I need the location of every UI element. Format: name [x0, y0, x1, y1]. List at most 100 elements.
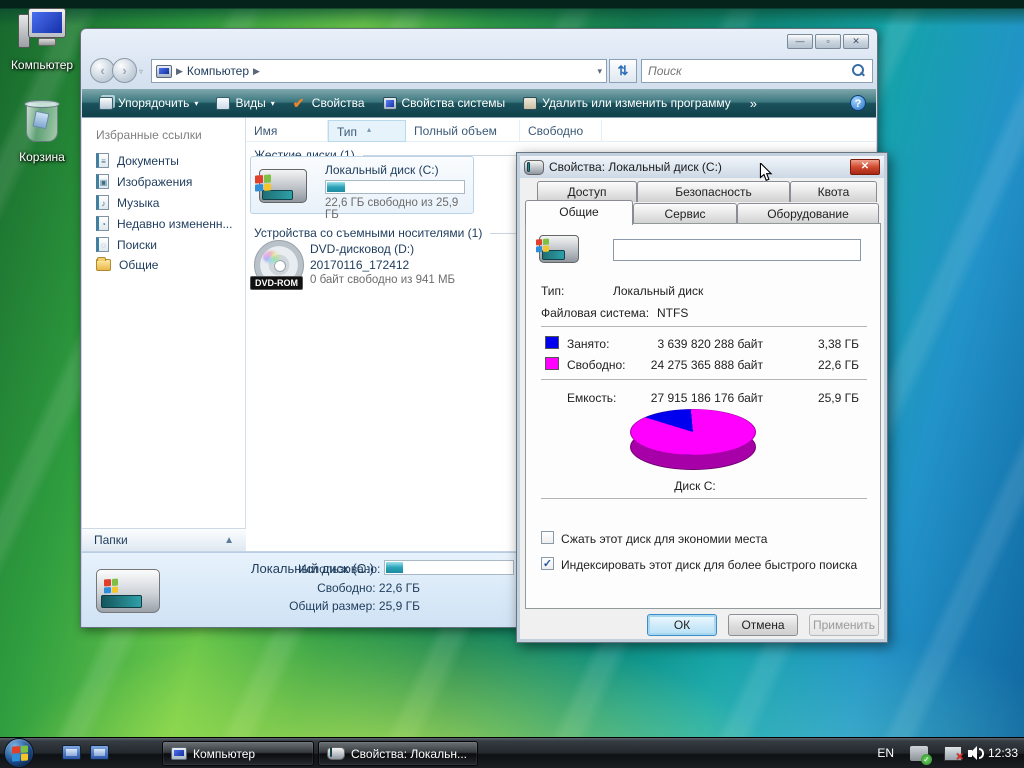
toolbar-overflow-chevron[interactable]: »	[742, 96, 765, 111]
drive-icon	[327, 747, 345, 760]
breadcrumb-arrow-icon[interactable]: ▶	[253, 66, 260, 77]
taskbar-button-properties[interactable]: Свойства: Локальн...	[318, 741, 478, 766]
pie-top	[630, 409, 756, 455]
language-indicator[interactable]: EN	[877, 746, 894, 760]
toolbar-label: Упорядочить	[118, 96, 189, 110]
compress-checkbox-label[interactable]: Сжать этот диск для экономии места	[561, 532, 767, 546]
apply-button: Применить	[809, 614, 879, 636]
taskbar-button-computer[interactable]: Компьютер	[162, 741, 314, 766]
close-button[interactable]: ✕	[843, 34, 869, 49]
chevron-down-icon: ▾	[271, 99, 275, 108]
ok-button[interactable]: ОК	[647, 614, 717, 636]
refresh-button[interactable]: ⇅	[609, 59, 637, 83]
navigation-pane: Избранные ссылки ≡ Документы ▣ Изображен…	[82, 118, 246, 551]
caption-buttons: — ▫ ✕	[787, 34, 869, 49]
toolbar-organize-button[interactable]: Упорядочить ▾	[92, 93, 205, 113]
toolbar-views-button[interactable]: Виды ▾	[209, 93, 281, 113]
separator	[541, 498, 867, 499]
sidebar-item-label: Музыка	[117, 196, 159, 210]
breadcrumb[interactable]: Компьютер	[187, 64, 249, 78]
volume-icon[interactable]	[968, 746, 986, 761]
breadcrumb-arrow-icon: ▶	[176, 66, 183, 77]
folders-label: Папки	[94, 533, 128, 547]
compress-checkbox[interactable]	[541, 531, 554, 544]
column-free-space[interactable]: Свободно	[520, 120, 602, 142]
column-total-size[interactable]: Полный объем	[406, 120, 520, 142]
drive-usage-bar	[325, 180, 465, 194]
tab-quota[interactable]: Квота	[790, 181, 877, 202]
sidebar-item-label: Поиски	[117, 238, 157, 252]
dialog-close-button[interactable]: ✕	[850, 159, 880, 175]
details-used-label: Использовано:	[298, 562, 380, 576]
maximize-button[interactable]: ▫	[815, 34, 841, 49]
sidebar-item-public[interactable]: Общие	[82, 255, 245, 275]
sidebar-item-label: Изображения	[117, 175, 192, 189]
computer-icon	[16, 8, 68, 54]
tab-access[interactable]: Доступ	[537, 181, 637, 202]
switch-windows-icon[interactable]	[62, 745, 81, 760]
index-checkbox-label[interactable]: Индексировать этот диск для более быстро…	[561, 558, 857, 572]
free-color-swatch	[545, 357, 559, 370]
tab-tools[interactable]: Сервис	[633, 203, 737, 224]
details-total: Общий размер: 25,9 ГБ	[168, 599, 420, 613]
search-input[interactable]	[642, 64, 850, 78]
clock[interactable]: 12:33	[988, 746, 1018, 760]
column-filler	[602, 120, 876, 142]
desktop-icon-computer[interactable]: Компьютер	[0, 8, 84, 72]
disk-usage-pie-chart	[630, 409, 756, 473]
toolbar-system-properties-button[interactable]: Свойства системы	[376, 93, 513, 113]
minimize-button[interactable]: —	[787, 34, 813, 49]
dvd-item[interactable]: DVD-ROM DVD-дисковод (D:) 20170116_17241…	[250, 240, 550, 302]
checkmark-icon: ✔	[293, 97, 307, 110]
toolbar-properties-button[interactable]: ✔ Свойства	[286, 93, 372, 113]
system-monitor-icon	[383, 97, 397, 110]
tab-hardware[interactable]: Оборудование	[737, 203, 879, 224]
address-bar[interactable]: ▶ Компьютер ▶ ▾	[151, 59, 607, 83]
used-label: Занято:	[567, 337, 609, 351]
forward-button[interactable]: ›	[112, 58, 137, 83]
cancel-button[interactable]: Отмена	[728, 614, 798, 636]
sidebar-item-documents[interactable]: ≡ Документы	[82, 150, 245, 171]
search-box[interactable]	[641, 59, 873, 83]
taskbar: Компьютер Свойства: Локальн... EN 12:33	[0, 737, 1024, 768]
tab-general[interactable]: Общие	[525, 200, 633, 225]
start-button[interactable]	[4, 738, 34, 768]
help-icon[interactable]: ?	[850, 95, 866, 111]
separator	[541, 326, 867, 327]
sidebar-item-searches[interactable]: ◌ Поиски	[82, 234, 245, 255]
folder-icon	[96, 259, 111, 271]
dialog-title-bar: Свойства: Локальный диск (C:) ✕	[520, 156, 884, 178]
toolbar-label: Виды	[235, 96, 265, 110]
usb-safely-remove-icon[interactable]	[910, 746, 928, 761]
filesystem-label: Файловая система:	[541, 306, 649, 320]
capacity-size: 25,9 ГБ	[773, 391, 859, 405]
index-checkbox[interactable]: ✓	[541, 557, 554, 570]
sidebar-item-music[interactable]: ♪ Музыка	[82, 192, 245, 213]
hard-drive-icon	[259, 169, 307, 203]
column-headers: Имя ▴ Тип Полный объем Свободно	[246, 120, 876, 142]
details-free: Свободно: 22,6 ГБ	[168, 581, 420, 595]
address-dropdown-icon[interactable]: ▾	[597, 66, 602, 77]
desktop-icon-recycle-bin[interactable]: Корзина	[0, 100, 84, 164]
column-type[interactable]: ▴ Тип	[328, 120, 406, 142]
search-icon[interactable]	[850, 63, 866, 79]
free-bytes: 24 275 365 888 байт	[613, 358, 763, 372]
searches-icon: ◌	[96, 237, 109, 252]
chevron-down-icon: ▾	[194, 99, 198, 108]
sidebar-item-pictures[interactable]: ▣ Изображения	[82, 171, 245, 192]
toolbar-label: Свойства	[312, 96, 365, 110]
volume-label-input[interactable]	[613, 239, 861, 261]
toolbar-uninstall-button[interactable]: Удалить или изменить программу	[516, 93, 738, 113]
properties-dialog: Свойства: Локальный диск (C:) ✕ Доступ Б…	[516, 152, 888, 643]
used-bytes: 3 639 820 288 байт	[613, 337, 763, 351]
drive-c-item[interactable]: Локальный диск (C:) 22,6 ГБ свободно из …	[250, 156, 474, 214]
sidebar-item-recent[interactable]: ◔ Недавно измененн...	[82, 213, 245, 234]
show-desktop-icon[interactable]	[90, 745, 109, 760]
network-disconnected-icon[interactable]	[944, 746, 962, 761]
chevron-up-icon: ▲	[224, 535, 234, 546]
column-name[interactable]: Имя	[246, 120, 328, 142]
history-dropdown-icon[interactable]: ▿	[139, 67, 143, 76]
drive-icon	[539, 235, 579, 263]
dvd-free-text: 0 байт свободно из 941 МБ	[310, 274, 455, 286]
folders-expander[interactable]: Папки ▲	[82, 528, 246, 551]
